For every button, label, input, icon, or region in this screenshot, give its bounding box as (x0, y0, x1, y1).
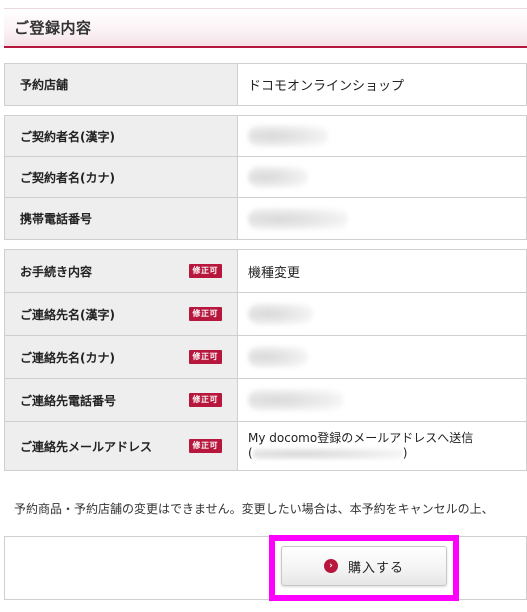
contact-phone-label-text: ご連絡先電話番号 (20, 393, 117, 408)
procedure-label: お手続き内容 修正可 (4, 249, 238, 293)
table-row: ご連絡先電話番号 修正可 (4, 378, 527, 422)
table-row: ご連絡先メールアドレス 修正可 My docomo登録のメールアドレスへ送信 (… (4, 421, 527, 471)
shop-value: ドコモオンラインショップ (237, 63, 527, 106)
table-row: ご連絡先名(漢字) 修正可 (4, 292, 527, 336)
table-row: お手続き内容 修正可 機種変更 (4, 249, 527, 293)
purchase-button[interactable]: › 購入する (281, 546, 447, 586)
procedure-label-text: お手続き内容 (20, 264, 93, 279)
chevron-right-circle-icon: › (323, 559, 338, 573)
redacted-text (248, 125, 328, 147)
editable-badge[interactable]: 修正可 (188, 350, 222, 364)
editable-badge[interactable]: 修正可 (188, 439, 222, 453)
phone-number-label: 携帯電話番号 (4, 197, 238, 240)
shop-label: 予約店舗 (4, 63, 238, 106)
table-row: ご契約者名(漢字) (4, 115, 527, 157)
contract-name-kana-label: ご契約者名(カナ) (4, 156, 238, 198)
redacted-text (248, 389, 343, 411)
contact-email-label-text: ご連絡先メールアドレス (20, 439, 153, 454)
shop-table: 予約店舗 ドコモオンラインショップ (4, 63, 527, 106)
redacted-text (248, 346, 308, 368)
contact-phone-label: ご連絡先電話番号 修正可 (4, 378, 238, 422)
table-row: ご契約者名(カナ) (4, 156, 527, 198)
contact-name-kana-label-text: ご連絡先名(カナ) (20, 350, 115, 365)
redacted-text (248, 166, 308, 188)
procedure-table: お手続き内容 修正可 機種変更 ご連絡先名(漢字) 修正可 ご連絡先名(カナ) … (4, 249, 527, 471)
paren-open: ( (248, 446, 253, 460)
editable-badge[interactable]: 修正可 (188, 307, 222, 321)
contact-name-kanji-label-text: ご連絡先名(漢字) (20, 307, 115, 322)
table-row: ご連絡先名(カナ) 修正可 (4, 335, 527, 379)
contact-name-kana-label: ご連絡先名(カナ) 修正可 (4, 335, 238, 379)
contact-email-value: My docomo登録のメールアドレスへ送信 () (237, 421, 527, 471)
contract-name-kanji-label: ご契約者名(漢字) (4, 115, 238, 157)
editable-badge[interactable]: 修正可 (188, 393, 222, 407)
contract-table: ご契約者名(漢字) ご契約者名(カナ) 携帯電話番号 (4, 115, 527, 240)
redacted-text (248, 207, 348, 230)
procedure-value: 機種変更 (237, 249, 527, 293)
paren-close: ) (402, 446, 408, 460)
contact-phone-value (237, 378, 527, 422)
section-title: ご登録内容 (14, 19, 92, 37)
contact-name-kana-value (237, 335, 527, 379)
notice-text: 予約商品・予約店舗の変更はできません。変更したい場合は、本予約をキャンセルの上、 (14, 502, 494, 516)
phone-number-value (237, 197, 527, 240)
email-line-1: My docomo登録のメールアドレスへ送信 (248, 431, 474, 445)
section-header: ご登録内容 (4, 8, 527, 48)
table-row: 携帯電話番号 (4, 197, 527, 240)
purchase-button-label: 購入する (347, 560, 404, 576)
redacted-text (248, 303, 313, 325)
table-row: 予約店舗 ドコモオンラインショップ (4, 63, 527, 106)
contact-email-label: ご連絡先メールアドレス 修正可 (4, 421, 238, 471)
email-line-2: () (248, 446, 526, 461)
contract-name-kana-value (237, 156, 527, 198)
contact-name-kanji-label: ご連絡先名(漢字) 修正可 (4, 292, 238, 336)
redacted-text (252, 447, 403, 460)
contact-name-kanji-value (237, 292, 527, 336)
registration-page: ご登録内容 予約店舗 ドコモオンラインショップ ご契約者名(漢字) ご契約者名(… (0, 0, 527, 612)
contract-name-kanji-value (237, 115, 527, 157)
editable-badge[interactable]: 修正可 (188, 264, 222, 278)
